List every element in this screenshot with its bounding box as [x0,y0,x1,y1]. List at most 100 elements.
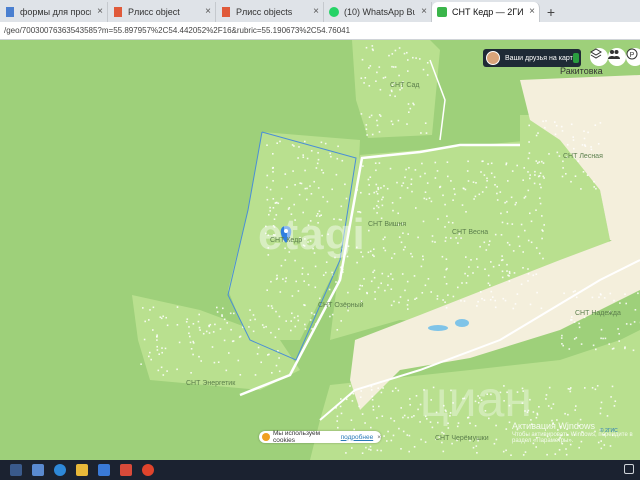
plot-dot [506,241,509,244]
plot-dot [378,66,381,68]
plot-dot [414,169,417,171]
plot-dot [376,193,379,195]
plot-dot [445,283,448,285]
tab-2[interactable]: Рлисс objects × [216,2,324,22]
plot-dot [387,284,389,286]
plot-dot [422,258,424,261]
plot-dot [252,314,255,316]
plot-dot [444,240,447,242]
plot-dot [516,164,518,167]
plot-dot [298,146,300,148]
close-icon[interactable]: × [421,6,427,18]
friends-icon[interactable] [608,48,626,66]
plot-dot [443,276,446,278]
plot-dot [380,217,383,220]
yandex-icon[interactable] [142,464,154,476]
plot-dot [527,157,530,160]
plot-dot [198,326,201,329]
tab-3[interactable]: (10) WhatsApp Business × [324,2,432,22]
plot-dot [554,453,557,455]
plot-dot [460,237,462,239]
parking-icon[interactable]: P [626,48,640,66]
plot-dot [535,160,538,162]
mail-icon[interactable] [120,464,132,476]
plot-dot [157,369,160,372]
plot-dot [321,169,323,171]
plot-dot [483,241,486,244]
edge-icon[interactable] [54,464,66,476]
layers-icon[interactable] [590,48,608,66]
tab-4-active[interactable]: СНТ Кедр — 2ГИС × [432,2,540,22]
plot-dot [591,387,594,389]
plot-dot [164,347,167,350]
plot-dot [406,280,409,283]
plot-dot [360,390,362,392]
plot-dot [341,159,344,162]
new-tab-button[interactable]: + [540,2,562,22]
plot-dot [322,274,325,276]
explorer-icon[interactable] [76,464,88,476]
plot-dot [560,125,563,128]
weather-icon[interactable] [32,464,44,476]
address-bar[interactable]: /geo/70030076363543585?m=55.897957%2C54.… [0,22,640,40]
plot-dot [479,291,482,293]
plot-dot [316,162,319,165]
plot-dot [256,353,259,355]
map-canvas[interactable]: etagi циан СНТ Сад СНТ Кедр СНТ Вишня СН… [0,40,640,460]
2gis-icon [437,7,447,17]
plot-dot [304,169,306,172]
plot-dot [325,271,327,274]
plot-dot [166,370,168,372]
plot-dot [361,452,364,454]
plot-dot [506,211,508,213]
plot-dot [279,140,281,143]
store-icon[interactable] [98,464,110,476]
plot-dot [402,416,404,419]
tab-label: СНТ Кедр — 2ГИС [452,7,523,17]
plot-dot [490,162,493,165]
plot-dot [412,56,414,59]
plot-dot [476,258,478,260]
plot-dot [530,220,533,223]
plot-dot [379,88,382,91]
plot-dot [460,300,462,302]
plot-dot [562,160,564,163]
plot-dot [156,349,159,351]
plot-dot [272,153,274,155]
plot-dot [505,449,507,452]
cookie-more-link[interactable]: подробнее [341,434,374,441]
plot-dot [161,347,163,349]
plot-dot [609,292,612,295]
plot-dot [304,323,306,326]
plot-dot [326,200,329,203]
copyright-link[interactable]: © 2ГИС [600,428,618,434]
plot-dot [529,174,531,176]
close-icon[interactable]: × [313,6,319,18]
plot-dot [380,187,382,189]
cookie-close-button[interactable]: × [377,434,381,441]
plot-dot [348,394,351,396]
plot-dot [269,188,272,191]
friends-banner[interactable]: Ваши друзья на карте! [483,49,581,67]
plot-dot [337,145,339,148]
plot-dot [211,346,214,348]
plot-dot [413,275,416,277]
plot-dot [403,52,406,55]
close-icon[interactable]: × [205,6,211,18]
plot-dot [574,409,576,411]
plot-dot [532,274,535,277]
plot-dot [382,247,385,249]
start-icon[interactable] [10,464,22,476]
plot-dot [420,265,423,268]
tab-0[interactable]: формы для просм × [0,2,108,22]
plot-dot [166,324,169,327]
tab-1[interactable]: Рлисс object × [108,2,216,22]
plot-dot [600,447,603,450]
plot-dot [555,124,558,127]
notification-icon[interactable] [624,464,634,474]
close-icon[interactable]: × [97,6,103,18]
plot-dot [311,328,313,330]
plot-dot [278,315,281,318]
close-icon[interactable]: × [529,6,535,18]
plot-dot [228,352,230,354]
